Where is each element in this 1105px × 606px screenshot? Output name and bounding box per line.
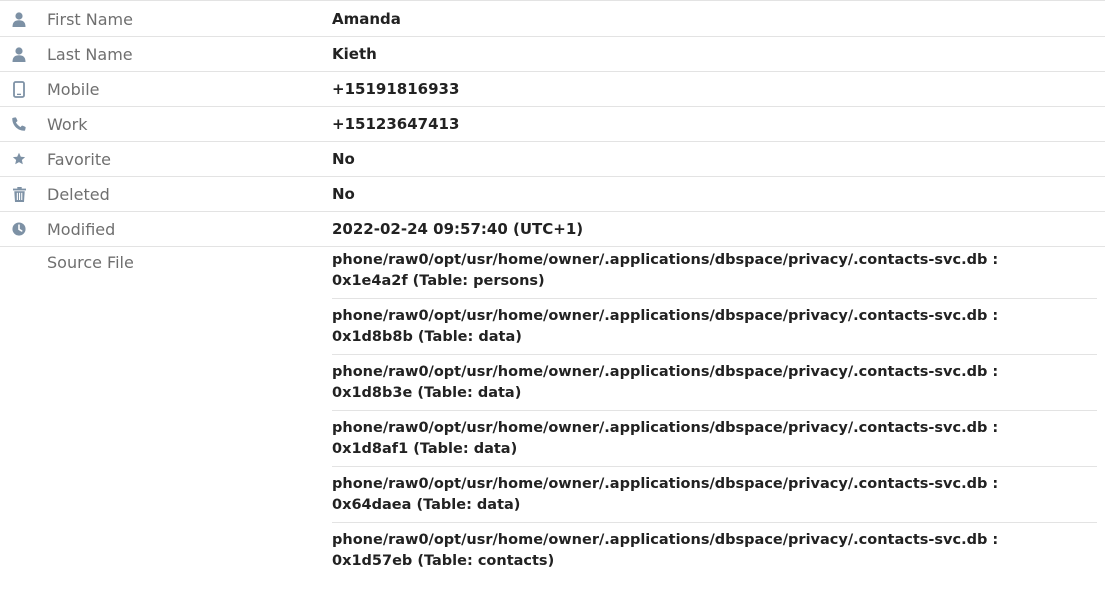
contact-details-panel: First Name Amanda Last Name Kieth Mobile… bbox=[0, 2, 1105, 578]
deleted-value: No bbox=[332, 185, 355, 203]
field-label: Mobile bbox=[47, 79, 100, 99]
source-file-path: phone/raw0/opt/usr/home/owner/.applicati… bbox=[332, 364, 999, 380]
field-row-work: Work +15123647413 bbox=[0, 107, 1105, 142]
phone-icon bbox=[12, 116, 26, 132]
field-row-first-name: First Name Amanda bbox=[0, 2, 1105, 37]
field-label: Favorite bbox=[47, 149, 111, 169]
field-label: Modified bbox=[47, 219, 116, 239]
last-name-value: Kieth bbox=[332, 45, 377, 63]
trash-icon bbox=[12, 186, 26, 202]
field-label: Source File bbox=[47, 253, 134, 272]
source-file-entry: phone/raw0/opt/usr/home/owner/.applicati… bbox=[332, 355, 1097, 411]
star-icon bbox=[12, 151, 26, 167]
mobile-phone-icon bbox=[12, 80, 26, 98]
field-row-last-name: Last Name Kieth bbox=[0, 37, 1105, 72]
source-file-entry: phone/raw0/opt/usr/home/owner/.applicati… bbox=[332, 523, 1097, 578]
source-file-entry: phone/raw0/opt/usr/home/owner/.applicati… bbox=[332, 467, 1097, 523]
field-row-mobile: Mobile +15191816933 bbox=[0, 72, 1105, 107]
source-file-offset: 0x1d8b3e (Table: data) bbox=[332, 385, 522, 401]
modified-value: 2022-02-24 09:57:40 (UTC+1) bbox=[332, 220, 584, 238]
field-label: Last Name bbox=[47, 44, 133, 64]
field-label: Deleted bbox=[47, 184, 110, 204]
source-file-entry: phone/raw0/opt/usr/home/owner/.applicati… bbox=[332, 299, 1097, 355]
first-name-value: Amanda bbox=[332, 10, 401, 28]
field-row-favorite: Favorite No bbox=[0, 142, 1105, 177]
field-row-source-file: Source File phone/raw0/opt/usr/home/owne… bbox=[0, 247, 1105, 578]
source-file-offset: 0x64daea (Table: data) bbox=[332, 497, 521, 513]
user-icon bbox=[12, 11, 26, 27]
mobile-value: +15191816933 bbox=[332, 80, 460, 98]
source-file-offset: 0x1e4a2f (Table: persons) bbox=[332, 273, 545, 289]
clock-icon bbox=[12, 221, 26, 237]
source-file-entry: phone/raw0/opt/usr/home/owner/.applicati… bbox=[332, 247, 1097, 299]
user-icon bbox=[12, 46, 26, 62]
source-file-path: phone/raw0/opt/usr/home/owner/.applicati… bbox=[332, 532, 999, 548]
source-file-offset: 0x1d8af1 (Table: data) bbox=[332, 441, 518, 457]
field-row-modified: Modified 2022-02-24 09:57:40 (UTC+1) bbox=[0, 212, 1105, 247]
source-file-list: phone/raw0/opt/usr/home/owner/.applicati… bbox=[332, 247, 1097, 578]
source-file-path: phone/raw0/opt/usr/home/owner/.applicati… bbox=[332, 476, 999, 492]
favorite-value: No bbox=[332, 150, 355, 168]
source-file-path: phone/raw0/opt/usr/home/owner/.applicati… bbox=[332, 252, 999, 268]
work-phone-value: +15123647413 bbox=[332, 115, 460, 133]
field-label: Work bbox=[47, 114, 88, 134]
top-divider bbox=[0, 0, 1105, 1]
source-file-offset: 0x1d8b8b (Table: data) bbox=[332, 329, 522, 345]
source-file-path: phone/raw0/opt/usr/home/owner/.applicati… bbox=[332, 420, 999, 436]
source-file-offset: 0x1d57eb (Table: contacts) bbox=[332, 553, 555, 569]
source-file-entry: phone/raw0/opt/usr/home/owner/.applicati… bbox=[332, 411, 1097, 467]
field-label: First Name bbox=[47, 9, 133, 29]
field-row-deleted: Deleted No bbox=[0, 177, 1105, 212]
source-file-path: phone/raw0/opt/usr/home/owner/.applicati… bbox=[332, 308, 999, 324]
